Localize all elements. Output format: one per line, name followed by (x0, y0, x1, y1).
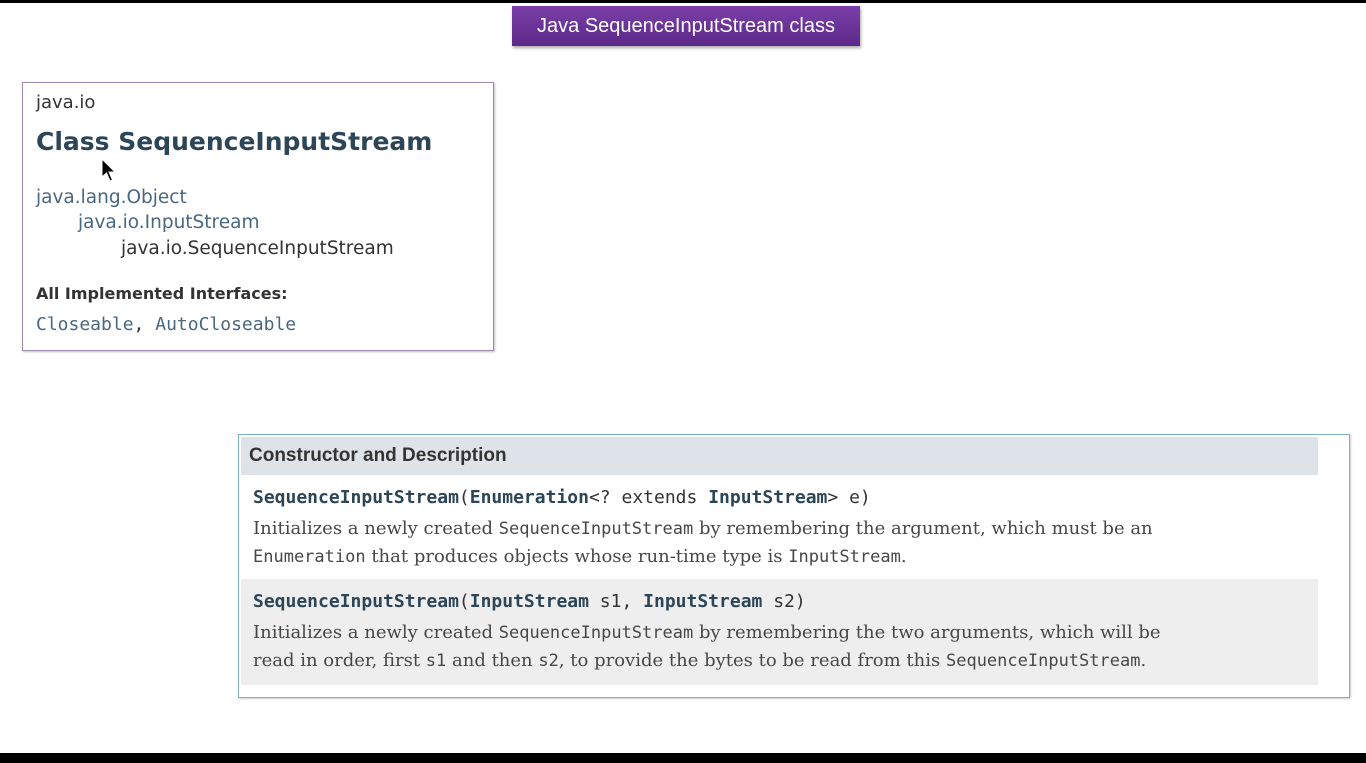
desc-text: and then (446, 650, 539, 671)
bottom-border (0, 753, 1366, 763)
top-border (0, 0, 1366, 3)
constructor-signature: SequenceInputStream(InputStream s1, Inpu… (253, 591, 806, 612)
desc-text: . (1140, 650, 1147, 671)
desc-code: SequenceInputStream (498, 623, 694, 643)
constructor-table: Constructor and Description SequenceInpu… (238, 434, 1350, 698)
description-line: Initializes a newly created SequenceInpu… (253, 619, 1161, 647)
param-type-link[interactable]: InputStream (708, 487, 827, 508)
hierarchy-inputstream-link[interactable]: java.io.InputStream (78, 212, 260, 233)
hierarchy-current-class: java.io.SequenceInputStream (121, 238, 394, 259)
implemented-interfaces-label: All Implemented Interfaces: (36, 284, 288, 303)
description-line: Initializes a newly created SequenceInpu… (253, 515, 1153, 543)
mouse-pointer-icon (101, 158, 117, 182)
constructor-description: Initializes a newly created SequenceInpu… (253, 515, 1153, 571)
constructor-table-header: Constructor and Description (241, 437, 1318, 475)
desc-text: Initializes a newly created (253, 518, 499, 539)
hierarchy-object-link[interactable]: java.lang.Object (36, 187, 187, 208)
param-text: s1, (588, 591, 644, 612)
description-line: read in order, first s1 and then s2, to … (253, 647, 1161, 675)
desc-code: InputStream (788, 547, 901, 567)
class-doc-panel: java.io Class SequenceInputStream java.l… (22, 82, 494, 351)
desc-text: by remembering the argument, which must … (693, 518, 1153, 539)
interface-closeable-link[interactable]: Closeable (36, 314, 134, 335)
constructor-description: Initializes a newly created SequenceInpu… (253, 619, 1161, 675)
param-type-link[interactable]: InputStream (643, 591, 762, 612)
desc-code: s1 (425, 651, 447, 671)
interface-autocloseable-link[interactable]: AutoCloseable (155, 314, 296, 335)
generic-text: <? extends (588, 487, 709, 508)
constructor-signature: SequenceInputStream(Enumeration<? extend… (253, 487, 871, 508)
desc-code: s2 (538, 651, 559, 671)
constructor-name-link[interactable]: SequenceInputStream (253, 591, 459, 612)
class-title: Class SequenceInputStream (36, 127, 433, 156)
constructor-name-link[interactable]: SequenceInputStream (253, 487, 459, 508)
implemented-interfaces-list: Closeable, AutoCloseable (36, 314, 296, 335)
interface-separator: , (133, 314, 156, 335)
param-text: s2) (762, 591, 806, 612)
desc-text: , to provide the bytes to be read from t… (558, 650, 946, 671)
description-line: Enumeration that produces objects whose … (253, 543, 1153, 571)
package-name: java.io (36, 92, 96, 113)
param-type-link[interactable]: Enumeration (470, 487, 589, 508)
param-type-link[interactable]: InputStream (470, 591, 589, 612)
constructor-row: SequenceInputStream(Enumeration<? extend… (241, 475, 1318, 579)
desc-text: read in order, first (253, 650, 426, 671)
slide-title: Java SequenceInputStream class (512, 6, 860, 46)
desc-code: Enumeration (253, 547, 366, 567)
param-text: > e) (827, 487, 871, 508)
desc-text: . (900, 546, 907, 567)
desc-code: SequenceInputStream (945, 651, 1141, 671)
desc-text: that produces objects whose run-time typ… (365, 546, 789, 567)
desc-text: by remembering the two arguments, which … (693, 622, 1161, 643)
desc-text: Initializes a newly created (253, 622, 499, 643)
constructor-row: SequenceInputStream(InputStream s1, Inpu… (241, 579, 1318, 685)
desc-code: SequenceInputStream (498, 519, 694, 539)
